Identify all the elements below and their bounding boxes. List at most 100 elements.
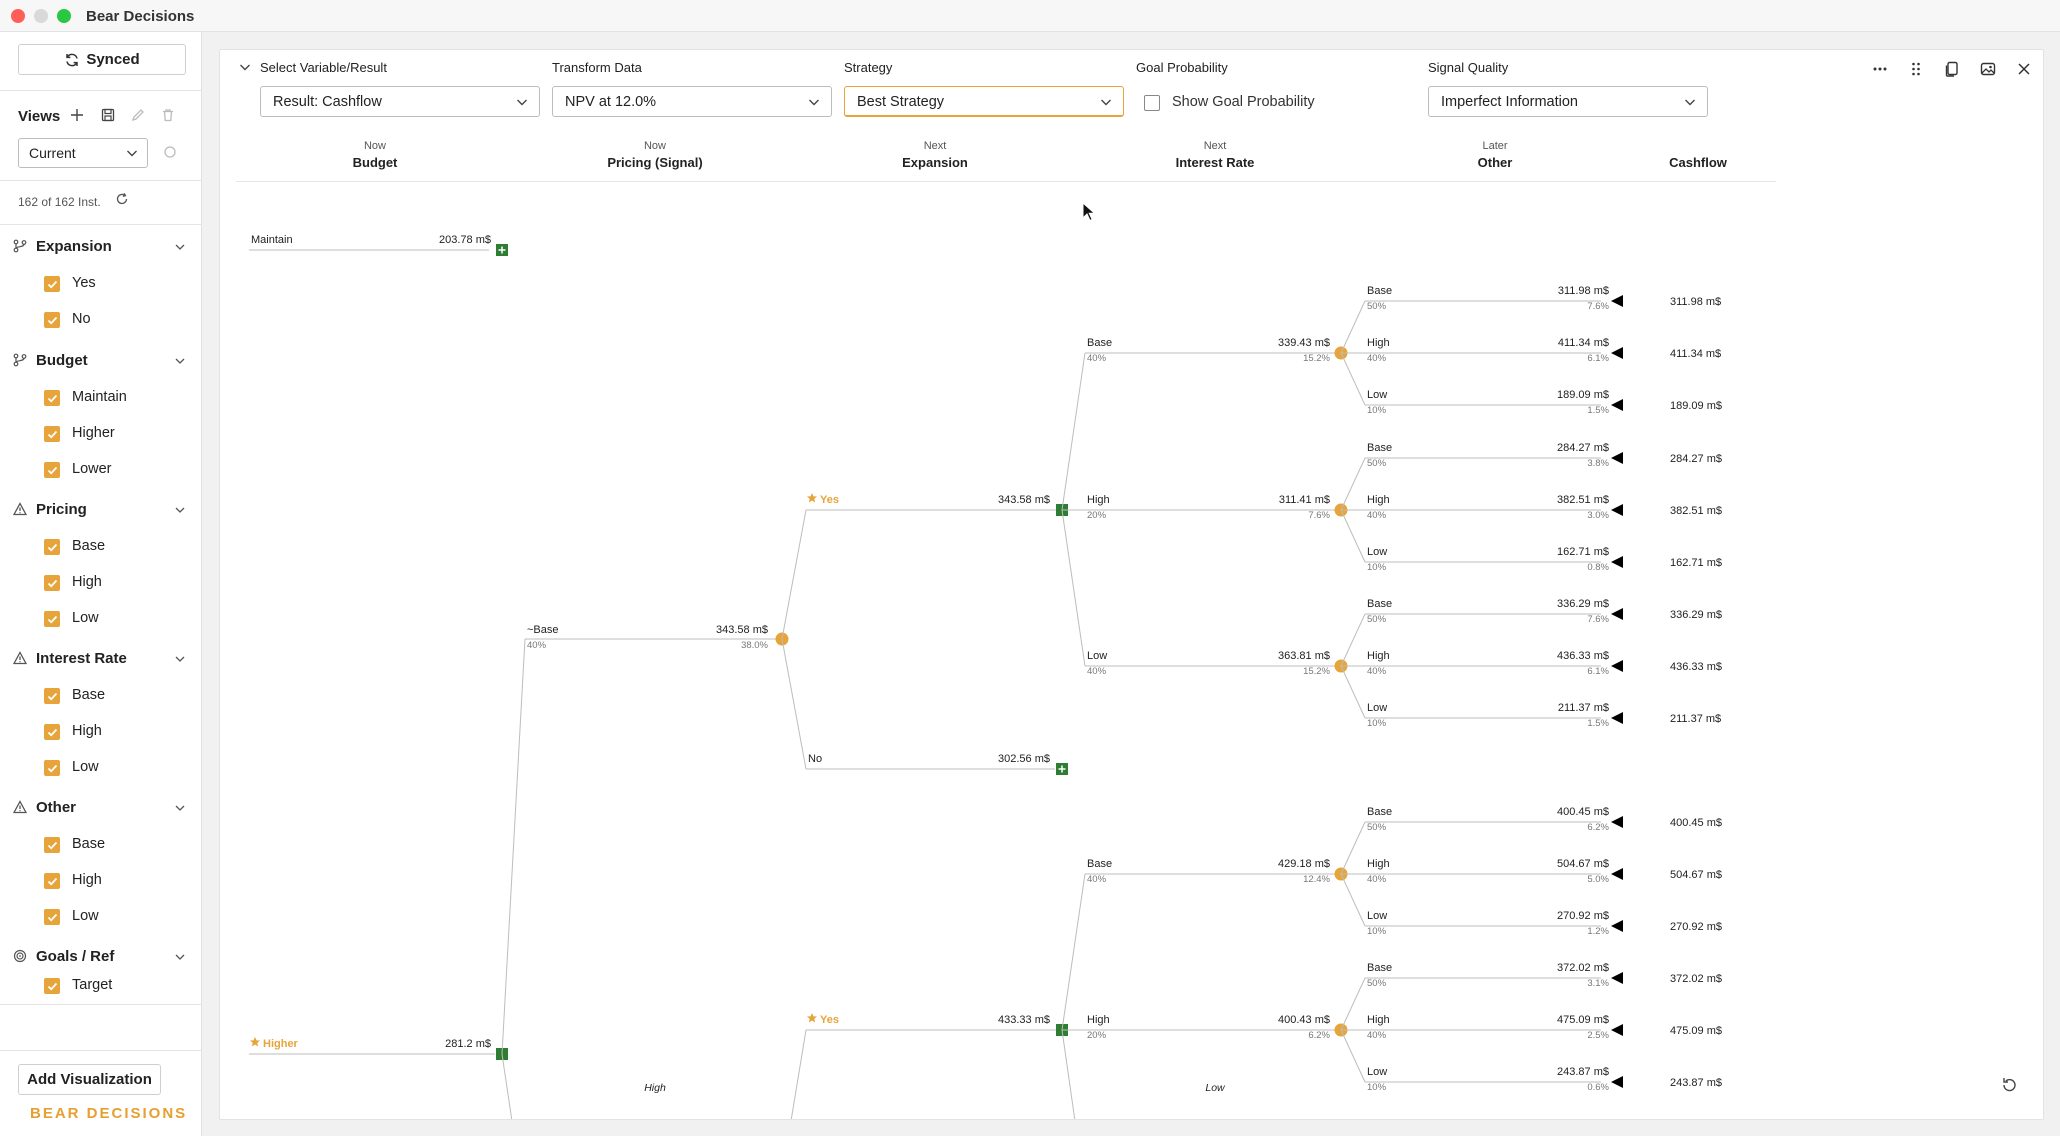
filter-checkbox[interactable]	[44, 837, 60, 853]
chevron-down-icon[interactable]	[174, 801, 186, 819]
branch-label: Base	[1367, 598, 1392, 610]
chevron-down-icon[interactable]	[174, 354, 186, 372]
filter-option-label: Base	[72, 538, 106, 554]
branch-percent: 6.2%	[1308, 1030, 1330, 1041]
minimize-window-button[interactable]	[34, 9, 48, 23]
chevron-down-icon[interactable]	[174, 652, 186, 670]
branch-label: Base	[1087, 858, 1112, 870]
branch-percent: 7.6%	[1587, 614, 1609, 625]
filter-checkbox[interactable]	[44, 611, 60, 627]
filter-section-goals-ref[interactable]: Goals / Ref	[0, 944, 202, 970]
branch-percent: 15.2%	[1303, 666, 1330, 677]
terminal-node	[1611, 1076, 1623, 1088]
branch-percent: 0.6%	[1587, 1082, 1609, 1093]
filter-section-pricing[interactable]: Pricing	[0, 497, 202, 523]
branch-probability: 20%	[1087, 510, 1107, 521]
cashflow-value: 284.27 m$	[1670, 453, 1722, 465]
filter-checkbox[interactable]	[44, 909, 60, 925]
cashflow-value: 411.34 m$	[1670, 348, 1721, 360]
filter-section-expansion[interactable]: Expansion	[0, 234, 202, 260]
branch-percent: 12.4%	[1303, 874, 1330, 885]
view-select[interactable]: Current	[18, 138, 148, 168]
branch-value: 372.02 m$	[1557, 962, 1609, 974]
branch-line	[781, 638, 807, 770]
chevron-down-icon[interactable]	[174, 240, 186, 258]
branch-label: Low	[1367, 389, 1387, 401]
cashflow-value: 211.37 m$	[1670, 713, 1721, 725]
branch-label: Base	[1367, 285, 1392, 297]
filter-checkbox[interactable]	[44, 539, 60, 555]
filter-section-other[interactable]: Other	[0, 795, 202, 821]
chevron-down-icon[interactable]	[174, 950, 186, 968]
branch-line	[1340, 821, 1366, 875]
filter-checkbox[interactable]	[44, 688, 60, 704]
filter-checkbox[interactable]	[44, 312, 60, 328]
decision-tree: Maintain 203.78 m$ Higher 281.2 m$ ~Base 40% 3…	[249, 234, 1722, 1119]
branch-probability: 20%	[1087, 1030, 1107, 1041]
star-icon	[807, 1013, 817, 1023]
collapsed-branch-label: High	[644, 1082, 666, 1094]
filter-section-interest-rate[interactable]: Interest Rate	[0, 646, 202, 672]
branch-label: Base	[1087, 337, 1112, 349]
filter-checkbox[interactable]	[44, 390, 60, 406]
branch-line	[1061, 352, 1086, 511]
filter-checkbox[interactable]	[44, 724, 60, 740]
terminal-node	[1611, 399, 1623, 411]
filter-checkbox[interactable]	[44, 873, 60, 889]
reset-view-icon[interactable]	[163, 145, 177, 164]
branch-label: Maintain	[251, 234, 293, 246]
undo-icon[interactable]	[2000, 1076, 2018, 1099]
chevron-down-icon[interactable]	[174, 503, 186, 521]
filter-option-label: Maintain	[72, 389, 127, 405]
cashflow-value: 189.09 m$	[1670, 400, 1722, 412]
branch-probability: 40%	[1087, 666, 1107, 677]
view-select-value: Current	[29, 145, 76, 161]
branch-value: 281.2 m$	[445, 1038, 491, 1050]
branch-label: Low	[1087, 650, 1107, 662]
branch-probability: 40%	[1367, 874, 1387, 885]
filter-section-budget[interactable]: Budget	[0, 348, 202, 374]
sidebar: Synced Views Current 162 of 162 Inst. Ex…	[0, 32, 202, 1136]
filter-option-label: Higher	[72, 425, 115, 441]
filter-checkbox[interactable]	[44, 575, 60, 591]
add-visualization-button[interactable]: Add Visualization	[18, 1064, 161, 1095]
branch-value: 433.33 m$	[998, 1014, 1050, 1026]
refresh-icon[interactable]	[115, 192, 129, 211]
add-view-icon[interactable]	[68, 106, 86, 124]
sync-icon	[66, 53, 79, 66]
branch-label: Base	[1367, 442, 1392, 454]
branch-value: 400.45 m$	[1557, 806, 1609, 818]
filter-checkbox[interactable]	[44, 978, 60, 994]
branch-value: 504.67 m$	[1557, 858, 1609, 870]
branch-line	[1340, 509, 1366, 563]
filter-option-label: Low	[72, 610, 99, 626]
close-window-button[interactable]	[11, 9, 25, 23]
filter-checkbox[interactable]	[44, 760, 60, 776]
filter-checkbox[interactable]	[44, 276, 60, 292]
terminal-node	[1611, 295, 1623, 307]
filter-checkbox[interactable]	[44, 462, 60, 478]
branch-value: 363.81 m$	[1278, 650, 1330, 662]
cashflow-value: 311.98 m$	[1670, 296, 1721, 308]
branch-percent: 38.0%	[741, 640, 768, 651]
branch-probability: 50%	[1367, 301, 1387, 312]
branch-label: High	[1367, 337, 1390, 349]
edit-view-icon[interactable]	[129, 106, 147, 124]
branch-probability: 50%	[1367, 458, 1387, 469]
branch-line	[1340, 977, 1366, 1031]
branch-percent: 2.5%	[1587, 1030, 1609, 1041]
branch-value: 311.98 m$	[1558, 285, 1609, 297]
zoom-window-button[interactable]	[57, 9, 71, 23]
branch-percent: 7.6%	[1308, 510, 1330, 521]
branch-percent: 6.1%	[1587, 666, 1609, 677]
filter-option-label: Lower	[72, 461, 112, 477]
divider	[0, 1050, 202, 1051]
delete-view-icon[interactable]	[159, 106, 177, 124]
branch-label: High	[1367, 858, 1390, 870]
filter-checkbox[interactable]	[44, 426, 60, 442]
branch-value: 336.29 m$	[1557, 598, 1609, 610]
save-view-icon[interactable]	[99, 106, 117, 124]
synced-button[interactable]: Synced	[18, 44, 186, 75]
branch-line	[1061, 873, 1086, 1031]
filter-option-label: Base	[72, 687, 106, 703]
